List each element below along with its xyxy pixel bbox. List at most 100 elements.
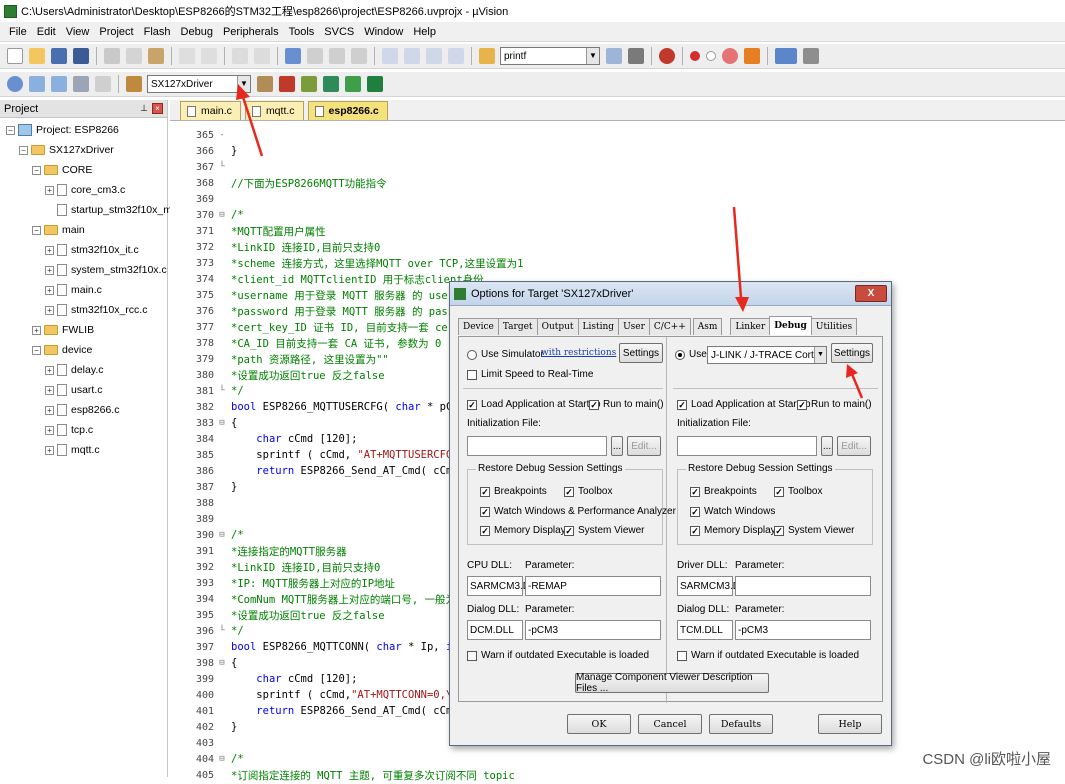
defaults-button[interactable]: Defaults: [709, 714, 773, 734]
toolbox-checkbox-right[interactable]: ✓ Toolbox: [774, 486, 822, 497]
expand-icon[interactable]: +: [45, 445, 54, 455]
debug-session-icon[interactable]: [659, 48, 675, 64]
tree-file[interactable]: + stm32f10x_rcc.c: [45, 300, 147, 320]
breakpoint-kill-icon[interactable]: [722, 48, 738, 64]
options-for-target-icon[interactable]: [257, 76, 273, 92]
use-driver-radio[interactable]: Use:: [675, 349, 710, 360]
save-all-icon[interactable]: [73, 48, 89, 64]
tree-folder[interactable]: − CORE: [32, 160, 92, 180]
dialog-tab-asm[interactable]: Asm: [692, 318, 723, 335]
translate-icon[interactable]: [7, 76, 23, 92]
bookmark-prev-icon[interactable]: [307, 48, 323, 64]
redo-icon[interactable]: [201, 48, 217, 64]
pack-installer-icon[interactable]: [367, 76, 383, 92]
tree-file[interactable]: +startup_stm32f10x_md.s: [45, 200, 186, 220]
init-file-input[interactable]: [467, 436, 607, 456]
tree-file[interactable]: + mqtt.c: [45, 440, 100, 460]
editor-tab[interactable]: esp8266.c: [307, 101, 388, 120]
manage-packs-icon[interactable]: [301, 76, 317, 92]
file-extensions-icon[interactable]: [279, 76, 295, 92]
system-viewer-checkbox[interactable]: ✓ System Viewer: [564, 525, 645, 536]
menu-tools[interactable]: Tools: [284, 26, 320, 38]
expand-icon[interactable]: +: [45, 285, 54, 295]
expand-icon[interactable]: +: [45, 385, 54, 395]
watch-windows-checkbox-right[interactable]: ✓ Watch Windows: [690, 506, 775, 517]
warn-outdated-checkbox-right[interactable]: Warn if outdated Executable is loaded: [677, 650, 859, 661]
indent-icon[interactable]: [382, 48, 398, 64]
menu-help[interactable]: Help: [408, 26, 441, 38]
nav-forward-icon[interactable]: [254, 48, 270, 64]
ok-button[interactable]: OK: [567, 714, 631, 734]
dialog-dll-input-right[interactable]: TCM.DLL: [677, 620, 733, 640]
collapse-icon[interactable]: −: [32, 165, 41, 175]
breakpoints-checkbox-right[interactable]: ✓ Breakpoints: [690, 486, 757, 497]
fold-marker[interactable]: └: [217, 386, 227, 396]
nav-back-icon[interactable]: [232, 48, 248, 64]
find-in-files-icon[interactable]: [479, 48, 495, 64]
expand-icon[interactable]: +: [45, 265, 54, 275]
cpu-dll-input[interactable]: SARMCM3.DLL: [467, 576, 541, 596]
edit-button[interactable]: Edit...: [627, 436, 661, 456]
expand-icon[interactable]: +: [45, 245, 54, 255]
bookmark-next-icon[interactable]: [329, 48, 345, 64]
build-icon[interactable]: [29, 76, 45, 92]
pin-icon[interactable]: ⊥: [140, 103, 148, 114]
target-select[interactable]: SX127xDriver ▼: [147, 75, 251, 93]
fold-marker[interactable]: └: [217, 162, 227, 172]
paste-icon[interactable]: [148, 48, 164, 64]
fold-marker[interactable]: ⊟: [217, 210, 227, 220]
dialog-param-input-right[interactable]: -pCM3: [735, 620, 871, 640]
comment-icon[interactable]: [426, 48, 442, 64]
cpu-param-input[interactable]: -REMAP: [525, 576, 661, 596]
use-simulator-radio[interactable]: Use Simulator: [467, 349, 544, 360]
tree-file[interactable]: + stm32f10x_it.c: [45, 240, 139, 260]
driver-dll-input[interactable]: SARMCM3.DLL: [677, 576, 751, 596]
rebuild-icon[interactable]: [51, 76, 67, 92]
fold-marker[interactable]: └: [217, 626, 227, 636]
batch-build-icon[interactable]: [73, 76, 89, 92]
chevron-down-icon[interactable]: ▼: [814, 347, 826, 363]
browse-button-right[interactable]: ...: [821, 436, 833, 456]
menu-peripherals[interactable]: Peripherals: [218, 26, 284, 38]
tree-file[interactable]: + main.c: [45, 280, 102, 300]
fold-marker[interactable]: ⊟: [217, 754, 227, 764]
copy-icon[interactable]: [126, 48, 142, 64]
debug-driver-select[interactable]: J-LINK / J-TRACE Cortex ▼: [707, 346, 827, 364]
editor-tab[interactable]: main.c: [180, 101, 241, 120]
fold-marker[interactable]: ⊟: [217, 418, 227, 428]
cancel-button[interactable]: Cancel: [638, 714, 702, 734]
dialog-tab-target[interactable]: Target: [497, 318, 538, 335]
system-viewer-checkbox-right[interactable]: ✓ System Viewer: [774, 525, 855, 536]
dialog-close-button[interactable]: X: [855, 285, 887, 302]
collapse-icon[interactable]: −: [32, 225, 41, 235]
dialog-tab-utilities[interactable]: Utilities: [810, 318, 858, 335]
open-file-icon[interactable]: [29, 48, 45, 64]
fold-marker[interactable]: ⊟: [217, 658, 227, 668]
code-line[interactable]: 405 *订阅指定连接的 MQTT 主题, 可重复多次订阅不同 topic: [170, 766, 515, 784]
menu-debug[interactable]: Debug: [176, 26, 218, 38]
tree-project[interactable]: − Project: ESP8266: [6, 120, 119, 140]
memory-display-checkbox[interactable]: ✓ Memory Display: [480, 525, 566, 536]
menu-flash[interactable]: Flash: [139, 26, 176, 38]
dialog-tab-c-c-[interactable]: C/C++: [648, 318, 691, 335]
driver-param-input[interactable]: [735, 576, 871, 596]
collapse-icon[interactable]: −: [19, 145, 28, 155]
collapse-icon[interactable]: −: [32, 345, 41, 355]
breakpoint-kill-all-icon[interactable]: [744, 48, 760, 64]
find-combo[interactable]: printf ▼: [500, 47, 600, 65]
limit-speed-checkbox[interactable]: Limit Speed to Real-Time: [467, 369, 593, 380]
load-app-checkbox[interactable]: ✓ Load Application at Startup: [467, 399, 601, 410]
init-file-input-right[interactable]: [677, 436, 817, 456]
close-icon[interactable]: ×: [152, 103, 163, 114]
chevron-down-icon[interactable]: ▼: [237, 76, 250, 92]
undo-icon[interactable]: [179, 48, 195, 64]
tree-folder[interactable]: − device: [32, 340, 92, 360]
expand-icon[interactable]: +: [45, 365, 54, 375]
download-icon[interactable]: [126, 76, 142, 92]
chevron-down-icon[interactable]: ▼: [586, 48, 599, 64]
select-device-icon[interactable]: [323, 76, 339, 92]
configure-icon[interactable]: [803, 48, 819, 64]
bookmark-icon[interactable]: [285, 48, 301, 64]
run-to-main-checkbox[interactable]: ✓ Run to main(): [589, 399, 664, 410]
tree-file[interactable]: + system_stm32f10x.c: [45, 260, 167, 280]
